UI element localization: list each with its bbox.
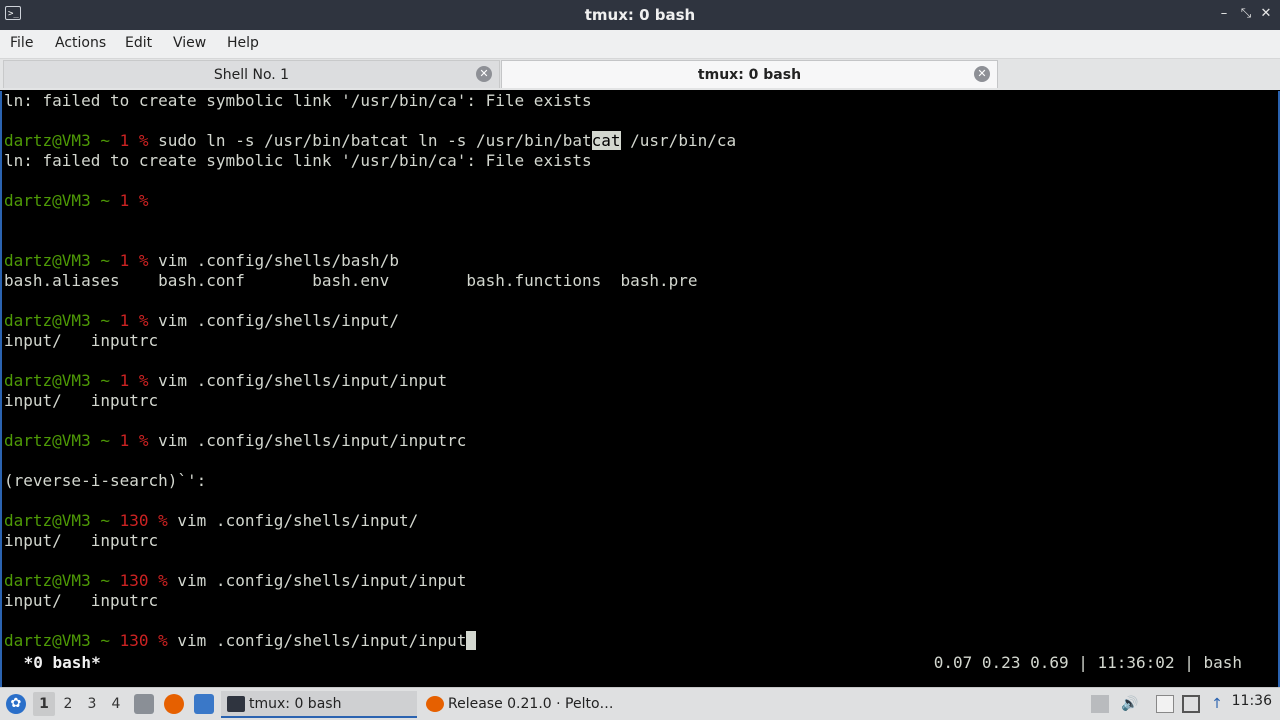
clipboard-icon[interactable] — [1156, 695, 1174, 713]
prompt-exit-code: 130 % — [119, 631, 168, 650]
prompt-command-rest: /usr/bin/ca — [620, 131, 737, 150]
prompt-user-host: dartz@VM3 ~ — [4, 131, 120, 150]
window-titlebar: >_ tmux: 0 bash – ⤡ ✕ — [0, 0, 1280, 30]
workspace-1[interactable]: 1 — [33, 692, 55, 716]
prompt-exit-code: 1 % — [119, 311, 149, 330]
firefox-icon — [426, 696, 444, 712]
network-icon[interactable] — [1182, 695, 1200, 713]
prompt-exit-code: 1 % — [119, 131, 149, 150]
menu-file[interactable]: File — [10, 35, 33, 51]
terminal-view[interactable]: *0 bash* 0.07 0.23 0.69 | 11:36:02 | bas… — [0, 91, 1280, 687]
start-menu-icon[interactable]: ✿ — [6, 694, 26, 714]
prompt-user-host: dartz@VM3 ~ — [4, 371, 120, 390]
terminal-prompt-line: dartz@VM3 ~ 1 % vim .config/shells/input… — [4, 311, 399, 331]
terminal-output-line: input/ inputrc — [4, 331, 159, 350]
prompt-command: vim .config/shells/input/input — [167, 631, 467, 650]
prompt-exit-code: 1 % — [119, 251, 149, 270]
terminal-prompt-line: dartz@VM3 ~ 1 % sudo ln -s /usr/bin/batc… — [4, 131, 736, 151]
prompt-exit-code: 130 % — [119, 511, 168, 530]
eject-icon[interactable] — [1091, 695, 1109, 713]
terminal-output-line: input/ inputrc — [4, 591, 159, 610]
menu-bar: File Actions Edit View Help — [0, 30, 1280, 59]
task-firefox-release[interactable]: Release 0.21.0 · Pelto… — [420, 691, 616, 718]
terminal-icon — [227, 696, 245, 712]
terminal-prompt-line: dartz@VM3 ~ 130 % vim .config/shells/inp… — [4, 631, 477, 651]
prompt-command: vim .config/shells/input/ — [148, 311, 399, 330]
minimize-icon[interactable]: – — [1215, 5, 1233, 23]
prompt-user-host: dartz@VM3 ~ — [4, 311, 120, 330]
terminal-prompt-line: dartz@VM3 ~ 1 % — [4, 191, 149, 211]
taskbar: ✿ 1 2 3 4 tmux: 0 bash Release 0.21.0 · … — [0, 687, 1280, 720]
workspace-3[interactable]: 3 — [81, 692, 103, 716]
terminal-output-line: (reverse-i-search)`': — [4, 471, 207, 490]
prompt-command: vim .config/shells/bash/b — [148, 251, 399, 270]
prompt-user-host: dartz@VM3 ~ — [4, 631, 120, 650]
close-icon[interactable]: ✕ — [1257, 5, 1275, 23]
workspace-2[interactable]: 2 — [57, 692, 79, 716]
prompt-user-host: dartz@VM3 ~ — [4, 431, 120, 450]
firefox-icon[interactable] — [164, 694, 184, 714]
terminal-output-line: input/ inputrc — [4, 531, 159, 550]
menu-help[interactable]: Help — [227, 35, 259, 51]
volume-icon[interactable]: 🔊 — [1121, 695, 1139, 713]
clock: 11:36 — [1231, 693, 1272, 709]
prompt-exit-code: 130 % — [119, 571, 168, 590]
show-desktop-icon[interactable] — [194, 694, 214, 714]
file-manager-icon[interactable] — [134, 694, 154, 714]
tab-bar: Shell No. 1 ✕ tmux: 0 bash ✕ — [0, 59, 1280, 90]
task-tmux-bash[interactable]: tmux: 0 bash — [221, 691, 417, 718]
terminal-prompt-line: dartz@VM3 ~ 1 % vim .config/shells/input… — [4, 431, 466, 451]
task-label: Release 0.21.0 · Pelto… — [448, 696, 614, 712]
prompt-command: vim .config/shells/input/input — [167, 571, 467, 590]
prompt-command: vim .config/shells/input/ — [167, 511, 419, 530]
close-tab-icon[interactable]: ✕ — [476, 66, 492, 82]
maximize-icon[interactable]: ⤡ — [1237, 5, 1255, 23]
terminal-prompt-line: dartz@VM3 ~ 130 % vim .config/shells/inp… — [4, 511, 418, 531]
terminal-output-line: ln: failed to create symbolic link '/usr… — [4, 151, 592, 170]
menu-view[interactable]: View — [173, 35, 206, 51]
terminal-output-line: bash.aliases bash.conf bash.env bash.fun… — [4, 271, 698, 290]
terminal-output-line: input/ inputrc — [4, 391, 159, 410]
tab-shell-no-1[interactable]: Shell No. 1 ✕ — [3, 60, 500, 88]
prompt-command-highlight: cat — [591, 131, 621, 150]
terminal-prompt-line: dartz@VM3 ~ 130 % vim .config/shells/inp… — [4, 571, 466, 591]
tab-label: tmux: 0 bash — [697, 67, 802, 83]
terminal-prompt-line: dartz@VM3 ~ 1 % vim .config/shells/input… — [4, 371, 447, 391]
menu-edit[interactable]: Edit — [125, 35, 152, 51]
terminal-prompt-line: dartz@VM3 ~ 1 % vim .config/shells/bash/… — [4, 251, 399, 271]
prompt-user-host: dartz@VM3 ~ — [4, 571, 120, 590]
workspace-4[interactable]: 4 — [105, 692, 127, 716]
prompt-command: vim .config/shells/input/input — [148, 371, 448, 390]
prompt-user-host: dartz@VM3 ~ — [4, 251, 120, 270]
prompt-command: vim .config/shells/input/inputrc — [148, 431, 467, 450]
prompt-user-host: dartz@VM3 ~ — [4, 191, 120, 210]
prompt-exit-code: 1 % — [119, 191, 149, 210]
terminal-output-line: ln: failed to create symbolic link '/usr… — [4, 91, 592, 110]
task-label: tmux: 0 bash — [249, 696, 342, 712]
update-icon[interactable]: ↑ — [1208, 695, 1226, 713]
tab-label: Shell No. 1 — [213, 67, 290, 83]
prompt-exit-code: 1 % — [119, 431, 149, 450]
text-cursor — [466, 631, 477, 650]
tmux-status-info: 0.07 0.23 0.69 | 11:36:02 | bash — [933, 653, 1242, 672]
prompt-user-host: dartz@VM3 ~ — [4, 511, 120, 530]
close-tab-icon[interactable]: ✕ — [974, 66, 990, 82]
prompt-exit-code: 1 % — [119, 371, 149, 390]
window-title: tmux: 0 bash — [584, 6, 696, 24]
prompt-command: sudo ln -s /usr/bin/batcat ln -s /usr/bi… — [148, 131, 592, 150]
tmux-window-list: *0 bash* — [14, 653, 101, 672]
tab-tmux-bash[interactable]: tmux: 0 bash ✕ — [501, 60, 998, 88]
menu-actions[interactable]: Actions — [55, 35, 106, 51]
